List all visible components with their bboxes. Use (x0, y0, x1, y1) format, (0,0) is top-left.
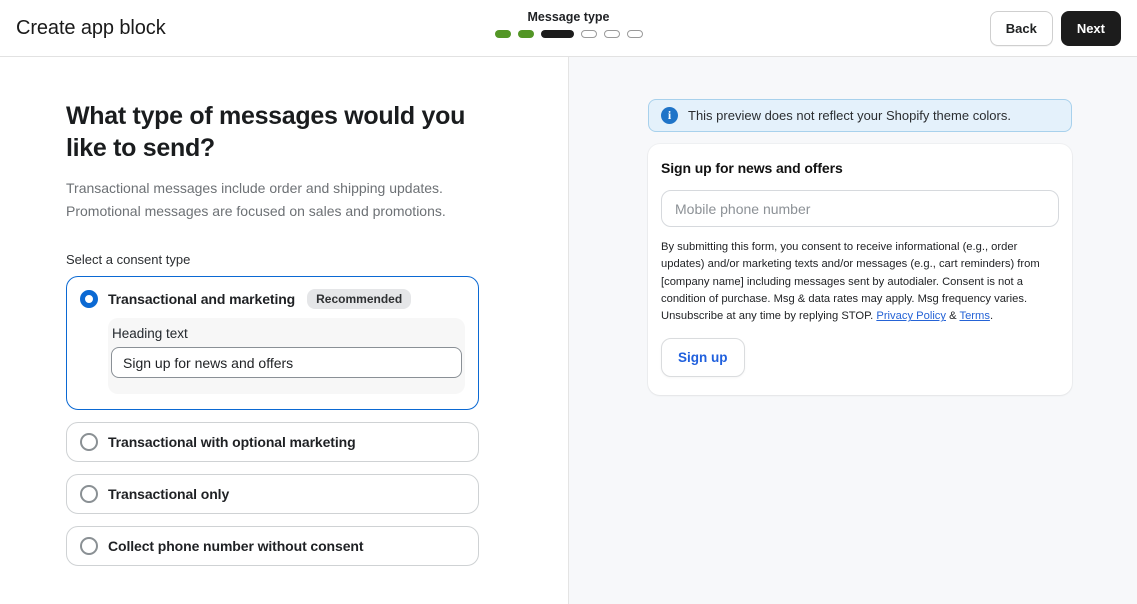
legal-disclaimer: By submitting this form, you consent to … (661, 239, 1061, 326)
radio-unselected-icon[interactable] (80, 433, 98, 451)
legal-separator: & (946, 310, 959, 322)
progress-pill-current (541, 30, 574, 38)
info-banner-text: This preview does not reflect your Shopi… (688, 108, 1011, 123)
option-card-transactional-only[interactable]: Transactional only (66, 474, 479, 514)
option-card-transactional-and-marketing[interactable]: Transactional and marketing Recommended … (66, 276, 479, 410)
terms-link[interactable]: Terms (959, 310, 989, 322)
settings-panel: What type of messages would you like to … (0, 57, 568, 604)
signup-button[interactable]: Sign up (661, 338, 745, 377)
mobile-phone-input[interactable] (661, 190, 1059, 227)
consent-type-label: Select a consent type (66, 252, 510, 267)
wizard-header: Create app block Message type Back Next (0, 0, 1137, 57)
heading-text-group: Heading text (108, 318, 465, 394)
progress-pill-upcoming (581, 30, 597, 38)
heading-text-input[interactable] (111, 347, 462, 378)
page-title: Create app block (16, 17, 166, 40)
step-label: Message type (528, 10, 610, 24)
progress-pill-upcoming (627, 30, 643, 38)
preview-panel: i This preview does not reflect your Sho… (568, 57, 1137, 604)
option-label: Transactional only (108, 486, 229, 502)
radio-unselected-icon[interactable] (80, 485, 98, 503)
question-heading: What type of messages would you like to … (66, 101, 506, 164)
legal-period: . (990, 310, 993, 322)
progress-pill-upcoming (604, 30, 620, 38)
info-banner: i This preview does not reflect your Sho… (648, 99, 1072, 132)
option-label: Collect phone number without consent (108, 538, 363, 554)
form-heading: Sign up for news and offers (661, 160, 1059, 176)
info-icon: i (661, 107, 678, 124)
option-card-transactional-optional-marketing[interactable]: Transactional with optional marketing (66, 422, 479, 462)
radio-selected-icon[interactable] (80, 290, 98, 308)
back-button[interactable]: Back (990, 11, 1053, 46)
signup-form-preview: Sign up for news and offers By submittin… (648, 144, 1072, 395)
option-label: Transactional with optional marketing (108, 434, 356, 450)
option-label: Transactional and marketing (108, 291, 295, 307)
header-actions: Back Next (990, 0, 1121, 57)
recommended-badge: Recommended (307, 289, 411, 309)
heading-text-label: Heading text (112, 326, 462, 341)
option-card-collect-without-consent[interactable]: Collect phone number without consent (66, 526, 479, 566)
progress-pills (495, 30, 643, 38)
progress-pill-complete (495, 30, 511, 38)
progress-indicator: Message type (495, 10, 643, 38)
progress-pill-complete (518, 30, 534, 38)
next-button[interactable]: Next (1061, 11, 1121, 46)
question-description: Transactional messages include order and… (66, 177, 506, 222)
radio-unselected-icon[interactable] (80, 537, 98, 555)
privacy-policy-link[interactable]: Privacy Policy (876, 310, 946, 322)
